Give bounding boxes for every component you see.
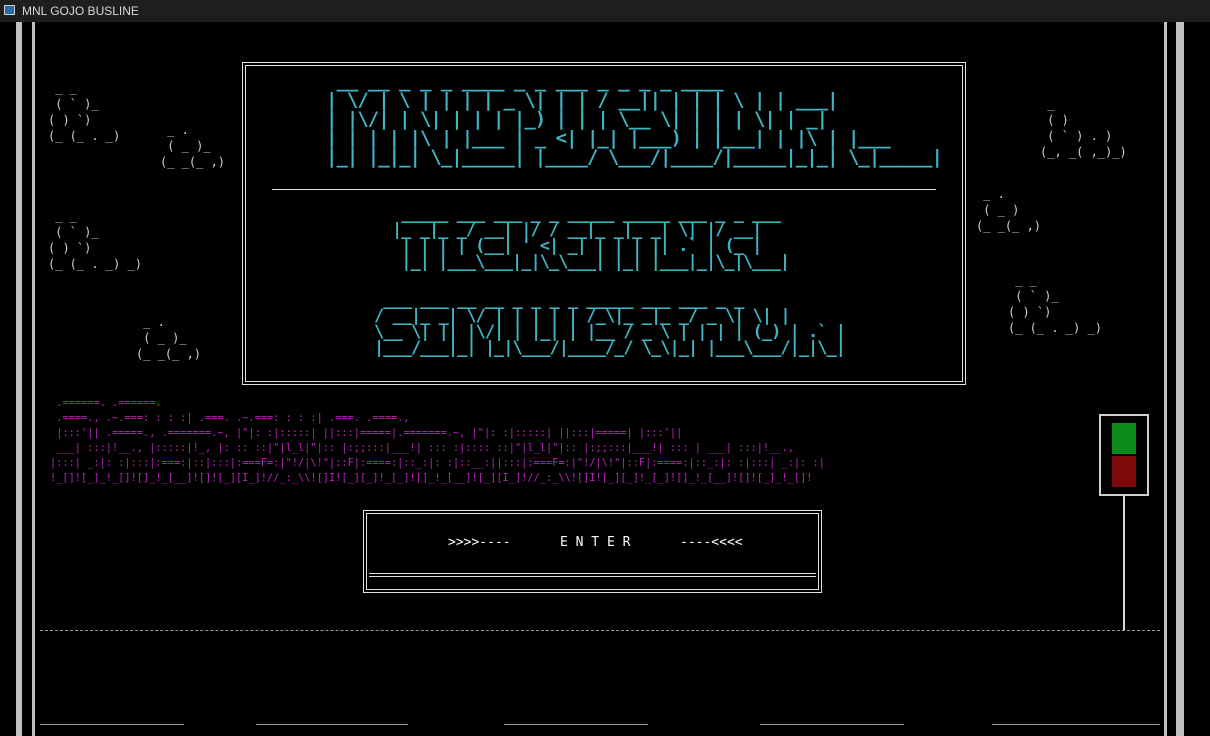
cloud-right-1: _ ( ) ( ` ) . ) (_, _( ,_)_) <box>1040 97 1127 159</box>
app-icon <box>4 5 15 15</box>
title-simulation-art: ___ ___ __ __ _ _ _ _ _____ ___ ___ _ _ … <box>374 290 846 358</box>
enter-button-underline-1 <box>369 573 816 574</box>
title-ticketing-art: _____ ___ ___ _ _ _____ _____ ___ _ _ __… <box>392 204 790 272</box>
road-dash-5 <box>992 724 1160 725</box>
enter-button[interactable] <box>363 510 822 593</box>
title-mnl-busline-art: __ __ _ _ _ ____ _ _ ___ _ _ _ _ ____ | … <box>326 70 943 168</box>
red-light <box>1112 456 1136 487</box>
title-divider <box>272 189 936 190</box>
city-skyline-art: .======. .======. .====., .~.===: : : :|… <box>50 397 825 484</box>
enter-left-arrows: >>>>---- <box>448 535 511 550</box>
right-pole-inner <box>1164 22 1167 736</box>
traffic-light-post <box>1123 496 1125 630</box>
cloud-right-2: _ . ( _ ) (_ _(_ ,) <box>976 187 1042 233</box>
enter-button-underline-2 <box>369 576 816 577</box>
cloud-left-1: _ _ ( ` )_ ( ) `) (_ (_ . _) <box>48 81 121 143</box>
window-title: MNL GOJO BUSLINE <box>22 4 139 18</box>
enter-right-arrows: ----<<<< <box>680 535 743 550</box>
left-pole-outer <box>16 22 22 736</box>
road-dash-1 <box>40 724 184 725</box>
enter-label[interactable]: E N T E R <box>560 535 630 550</box>
cloud-right-3: _ _ ( ` )_ ( ) `) (_ (_ . _) _) <box>1008 273 1102 335</box>
road-dash-4 <box>760 724 904 725</box>
traffic-light <box>1099 414 1149 496</box>
right-pole-outer <box>1176 22 1184 736</box>
left-pole-inner <box>32 22 35 736</box>
road-dash-2 <box>256 724 408 725</box>
window-titlebar: MNL GOJO BUSLINE <box>0 0 1210 22</box>
cloud-left-2: _ . ( _ )_ (_ _(_ ,) <box>160 123 226 169</box>
cloud-left-4: _ . ( _ )_ (_ _(_ ,) <box>136 315 202 361</box>
ground-line <box>40 630 1160 631</box>
green-light <box>1112 423 1136 454</box>
cloud-left-3: _ _ ( ` )_ ( ) `) (_ (_ . _) _) <box>48 209 142 271</box>
road-dash-3 <box>504 724 648 725</box>
